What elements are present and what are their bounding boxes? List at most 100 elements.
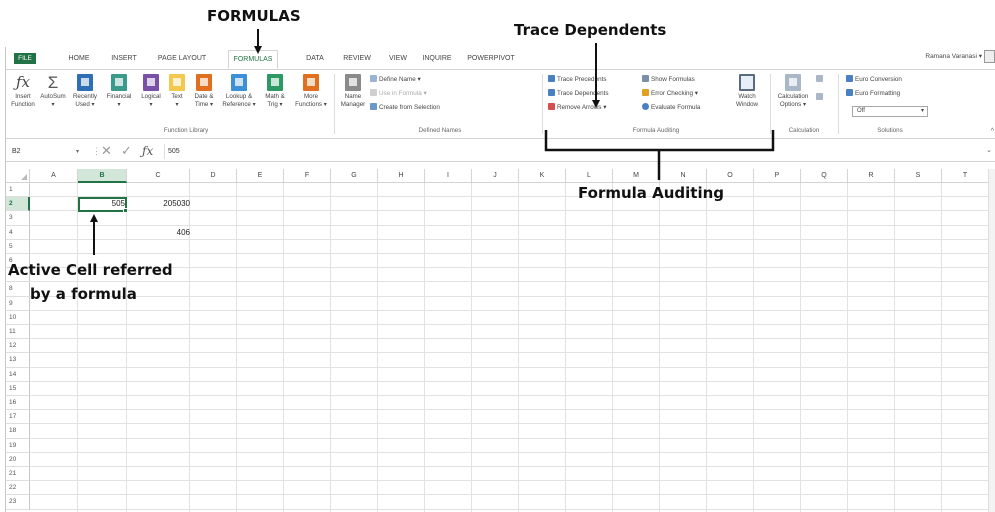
- row-header-23[interactable]: 23: [6, 495, 30, 510]
- tab-view[interactable]: VIEW: [387, 52, 409, 66]
- trace-dependents-button[interactable]: Trace Dependents: [548, 88, 609, 100]
- cell-c4[interactable]: 406: [127, 226, 190, 240]
- column-header-t[interactable]: T: [942, 169, 989, 183]
- financial-button[interactable]: Financial ▾: [102, 74, 136, 108]
- column-header-s[interactable]: S: [895, 169, 942, 183]
- row-header-21[interactable]: 21: [6, 467, 30, 482]
- column-header-k[interactable]: K: [519, 169, 566, 183]
- user-account-name[interactable]: Ramana Varanasi ▾: [925, 52, 982, 60]
- tab-review[interactable]: REVIEW: [341, 52, 373, 66]
- cell-c2[interactable]: 205030: [127, 197, 190, 211]
- row-header-17[interactable]: 17: [6, 410, 30, 425]
- row-header-8[interactable]: 8: [6, 282, 30, 297]
- annotation-active-cell-label: Active Cell referred: [8, 261, 173, 279]
- name-manager-button[interactable]: Name Manager: [338, 74, 368, 108]
- recently-used-button[interactable]: Recently Used ▾: [69, 74, 101, 108]
- column-header-q[interactable]: Q: [801, 169, 848, 183]
- row-header-22[interactable]: 22: [6, 481, 30, 496]
- text-button[interactable]: Text ▾: [166, 74, 188, 108]
- tab-formulas[interactable]: FORMULAS: [228, 50, 278, 69]
- column-header-i[interactable]: I: [425, 169, 472, 183]
- error-checking-button[interactable]: Error Checking ▾: [642, 88, 698, 100]
- column-header-m[interactable]: M: [613, 169, 660, 183]
- column-header-h[interactable]: H: [378, 169, 425, 183]
- remove-arrows-button[interactable]: Remove Arrows ▾: [548, 102, 606, 114]
- collapse-ribbon-icon[interactable]: ^: [991, 128, 994, 135]
- logical-button[interactable]: Logical ▾: [136, 74, 166, 108]
- row-header-2[interactable]: 2: [6, 197, 30, 212]
- euro-formatting-button[interactable]: Euro Formatting: [846, 88, 900, 100]
- column-header-j[interactable]: J: [472, 169, 519, 183]
- cancel-icon[interactable]: ✕: [101, 143, 112, 159]
- trace-precedents-button[interactable]: Trace Precedents: [548, 74, 606, 86]
- calculate-now-button[interactable]: [816, 74, 825, 86]
- column-header-e[interactable]: E: [237, 169, 284, 183]
- row-header-12[interactable]: 12: [6, 339, 30, 354]
- row-header-10[interactable]: 10: [6, 310, 30, 325]
- select-all-corner[interactable]: [6, 169, 30, 183]
- insert-function-icon[interactable]: ƒx: [142, 144, 153, 158]
- expand-formula-bar-icon[interactable]: ⌄: [986, 146, 992, 154]
- math-trig-button[interactable]: Math & Trig ▾: [260, 74, 290, 108]
- row-header-19[interactable]: 19: [6, 438, 30, 453]
- formula-input[interactable]: 505: [164, 144, 984, 159]
- watch-window-button[interactable]: Watch Window: [730, 74, 764, 108]
- fill-handle[interactable]: [123, 207, 128, 213]
- row-header-11[interactable]: 11: [6, 325, 30, 340]
- column-header-g[interactable]: G: [331, 169, 378, 183]
- worksheet-grid[interactable]: ABCDEFGHIJKLMNOPQRST 1 2 3 4 5 6 7 8 9 10 11 12 13 14…: [6, 169, 995, 512]
- tab-data[interactable]: DATA: [303, 52, 327, 66]
- row-header-16[interactable]: 16: [6, 396, 30, 411]
- gridline-horizontal: [30, 253, 995, 254]
- column-header-l[interactable]: L: [566, 169, 613, 183]
- row-header-9[interactable]: 9: [6, 296, 30, 311]
- row-header-20[interactable]: 20: [6, 452, 30, 467]
- tab-inquire[interactable]: INQUIRE: [421, 52, 453, 66]
- row-header-3[interactable]: 3: [6, 211, 30, 226]
- row-header-15[interactable]: 15: [6, 381, 30, 396]
- more-functions-button[interactable]: More Functions ▾: [291, 74, 331, 108]
- tab-page-layout[interactable]: PAGE LAYOUT: [157, 52, 207, 66]
- row-header-5[interactable]: 5: [6, 239, 30, 254]
- tab-file[interactable]: FILE: [14, 53, 36, 64]
- autosum-button[interactable]: Σ AutoSum ▾: [38, 74, 68, 108]
- create-from-selection-icon: [370, 103, 377, 110]
- create-from-selection-button[interactable]: Create from Selection: [370, 102, 440, 114]
- avatar[interactable]: [984, 50, 995, 63]
- group-divider: [770, 74, 771, 134]
- euro-dropdown[interactable]: Off ▾: [852, 106, 928, 117]
- column-header-d[interactable]: D: [190, 169, 237, 183]
- show-formulas-button[interactable]: Show Formulas: [642, 74, 695, 86]
- define-name-button[interactable]: Define Name ▾: [370, 74, 421, 86]
- column-header-f[interactable]: F: [284, 169, 331, 183]
- row-header-18[interactable]: 18: [6, 424, 30, 439]
- calculate-sheet-button[interactable]: [816, 92, 825, 104]
- calculation-options-button[interactable]: Calculation Options ▾: [773, 74, 813, 108]
- row-header-4[interactable]: 4: [6, 225, 30, 240]
- vertical-scrollbar[interactable]: [988, 169, 995, 512]
- evaluate-formula-button[interactable]: Evaluate Formula: [642, 102, 700, 114]
- group-divider: [334, 74, 335, 134]
- tab-powerpivot[interactable]: POWERPIVOT: [467, 52, 515, 66]
- enter-check-icon[interactable]: ✓: [121, 143, 132, 159]
- column-header-a[interactable]: A: [30, 169, 78, 183]
- lookup-reference-button[interactable]: Lookup & Reference ▾: [219, 74, 259, 108]
- column-header-n[interactable]: N: [660, 169, 707, 183]
- solutions-label: Solutions: [877, 127, 903, 134]
- tab-home[interactable]: HOME: [66, 52, 92, 66]
- name-box[interactable]: B2 ▾: [9, 145, 81, 159]
- date-time-button[interactable]: Date & Time ▾: [189, 74, 219, 108]
- column-header-c[interactable]: C: [127, 169, 190, 183]
- row-header-13[interactable]: 13: [6, 353, 30, 368]
- row-header-14[interactable]: 14: [6, 367, 30, 382]
- use-in-formula-button[interactable]: Use in Formula ▾: [370, 88, 427, 100]
- insert-function-button[interactable]: ƒx Insert Function: [9, 74, 37, 108]
- euro-conversion-button[interactable]: Euro Conversion: [846, 74, 902, 86]
- column-header-b[interactable]: B: [78, 169, 127, 183]
- gridline-vertical: [330, 183, 331, 512]
- column-header-r[interactable]: R: [848, 169, 895, 183]
- tab-insert[interactable]: INSERT: [110, 52, 138, 66]
- column-header-o[interactable]: O: [707, 169, 754, 183]
- column-header-p[interactable]: P: [754, 169, 801, 183]
- row-header-1[interactable]: 1: [6, 183, 30, 198]
